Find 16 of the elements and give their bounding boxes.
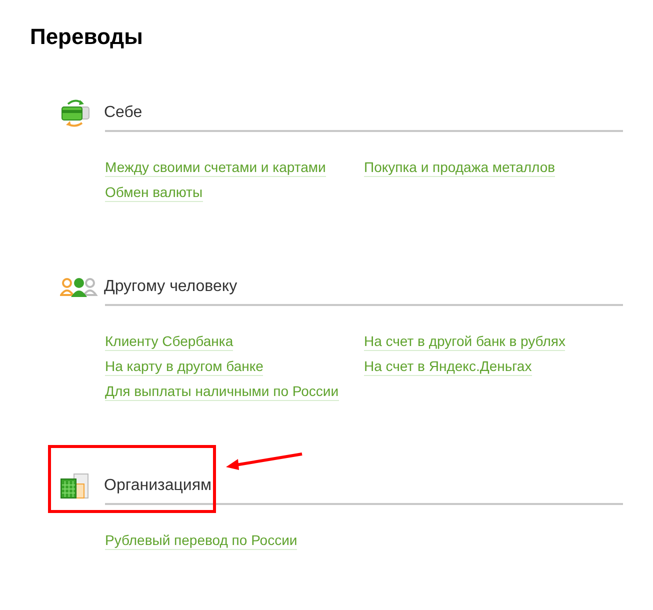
transfer-link[interactable]: Клиенту Сбербанка	[105, 332, 234, 351]
card-exchange-icon	[60, 98, 90, 128]
transfer-link[interactable]: Покупка и продажа металлов	[364, 158, 556, 177]
transfer-link[interactable]: На счет в другой банк в рублях	[364, 332, 566, 351]
buildings-icon	[60, 473, 90, 499]
transfer-link[interactable]: Рублевый перевод по России	[105, 531, 298, 550]
transfer-link[interactable]: На счет в Яндекс.Деньгах	[364, 357, 532, 376]
section-heading: Себе	[104, 103, 142, 123]
transfer-link[interactable]: Для выплаты наличными по России	[105, 382, 339, 401]
people-icon	[60, 276, 98, 298]
section-heading: Организациям	[104, 476, 212, 496]
page-title: Переводы	[30, 24, 144, 50]
transfer-link[interactable]: Обмен валюты	[105, 183, 203, 202]
transfer-link[interactable]: Между своими счетами и картами	[105, 158, 326, 177]
section-heading: Другому человеку	[104, 277, 238, 297]
transfer-link[interactable]: На карту в другом банке	[105, 357, 264, 376]
